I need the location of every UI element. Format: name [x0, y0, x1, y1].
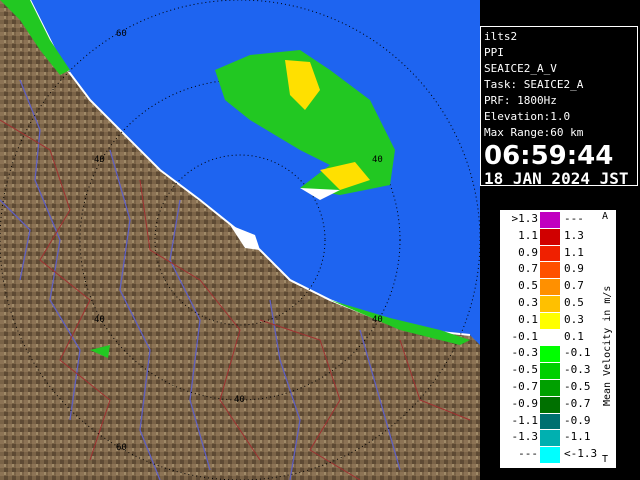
legend-left-value: ---: [518, 447, 538, 461]
legend-left-value: 0.9: [518, 245, 538, 259]
legend-left-value: -1.3: [511, 430, 539, 444]
legend-left-value: 1.1: [518, 228, 538, 242]
legend-right-value: -0.9: [564, 413, 591, 427]
legend-row: -1.1 -0.9: [500, 413, 616, 430]
legend-swatch: [540, 296, 560, 312]
legend-right-value: -0.1: [564, 346, 591, 360]
prf: PRF: 1800Hz: [484, 94, 557, 107]
legend-swatch: [540, 228, 560, 245]
legend-left-value: 0.3: [518, 296, 538, 309]
legend-right-value: 1.1: [564, 245, 584, 259]
legend-swatch: [540, 346, 560, 363]
legend-right-value: 0.9: [564, 262, 584, 276]
legend-left-value: -0.7: [511, 380, 539, 393]
ring-label: 60: [116, 29, 127, 39]
legend-left-value: >1.3: [511, 212, 539, 225]
legend-swatch: [540, 279, 560, 295]
legend-left-value: -0.5: [511, 363, 539, 377]
legend-row: -0.1 0.1: [500, 329, 616, 346]
legend-swatch: [540, 329, 560, 346]
legend-row: -0.9 -0.7: [500, 396, 616, 413]
legend-right-value: -0.3: [564, 363, 591, 377]
legend-left-value: 0.7: [518, 262, 538, 276]
task-name: Task: SEAICE2_A: [484, 78, 584, 91]
legend-swatch: [540, 447, 560, 463]
legend-row: 0.7 0.9: [500, 262, 616, 279]
legend-row: -0.7 -0.5: [500, 380, 616, 396]
ring-label: 40: [372, 315, 383, 325]
site-name: ilts2: [484, 30, 518, 43]
legend-right-value: ---: [564, 212, 584, 225]
info-panel: ilts2 PPI SEAICE2_A_V Task: SEAICE2_A PR…: [480, 26, 638, 188]
max-range: Max Range:60 km: [484, 126, 584, 139]
scan-date: 18 JAN 2024 JST: [484, 169, 629, 188]
legend-left-value: 0.1: [518, 312, 538, 326]
scan-time: 06:59:44: [484, 141, 614, 171]
legend-swatch: [540, 262, 560, 279]
legend-row: 0.1 0.3: [500, 312, 616, 329]
legend-row: 1.1 1.3: [500, 228, 616, 245]
legend-right-value: -1.1: [564, 430, 591, 444]
legend-row: -0.5 -0.3: [500, 363, 616, 379]
legend-right-value: 0.5: [564, 296, 584, 309]
legend-right-value: 0.1: [564, 329, 584, 343]
radar-map: 60 40 40 40 40 40 60: [0, 0, 480, 480]
legend-right-value: 0.3: [564, 312, 584, 326]
ring-label: 40: [94, 155, 105, 165]
legend-swatch: [540, 212, 560, 228]
legend-swatch: [540, 380, 560, 396]
legend-right-value: 0.7: [564, 279, 584, 293]
velocity-legend: A Mean Velocity in m/s T >1.3 --- 1.1 1.3 0.…: [500, 210, 616, 468]
legend-swatch: [540, 413, 560, 430]
legend-row: --- <-1.3: [500, 447, 616, 463]
legend-left-value: -0.9: [511, 396, 539, 410]
scan-mode: PPI: [484, 46, 504, 59]
legend-swatch: [540, 430, 560, 447]
legend-row: 0.3 0.5: [500, 296, 616, 312]
ring-label: 40: [372, 155, 383, 165]
legend-row: 0.9 1.1: [500, 245, 616, 262]
elevation: Elevation:1.0: [484, 110, 571, 123]
legend-swatch: [540, 312, 560, 329]
legend-row: 0.5 0.7: [500, 279, 616, 295]
legend-swatch: [540, 396, 560, 413]
legend-left-value: 0.5: [518, 279, 538, 293]
legend-right-value: -0.5: [564, 380, 591, 393]
legend-left-value: -0.1: [511, 329, 539, 343]
legend-right-value: 1.3: [564, 228, 584, 242]
legend-right-value: <-1.3: [564, 447, 598, 461]
legend-left-value: -1.1: [511, 413, 539, 427]
legend-left-value: -0.3: [511, 346, 539, 360]
legend-row: -1.3 -1.1: [500, 430, 616, 447]
product-name: SEAICE2_A_V: [484, 62, 557, 75]
ring-label: 40: [94, 315, 105, 325]
ring-label: 60: [116, 443, 127, 453]
ring-label: 40: [234, 395, 245, 405]
legend-swatch: [540, 363, 560, 379]
legend-swatch: [540, 245, 560, 262]
legend-row: >1.3 ---: [500, 212, 616, 228]
legend-right-value: -0.7: [564, 396, 591, 410]
legend-row: -0.3 -0.1: [500, 346, 616, 363]
